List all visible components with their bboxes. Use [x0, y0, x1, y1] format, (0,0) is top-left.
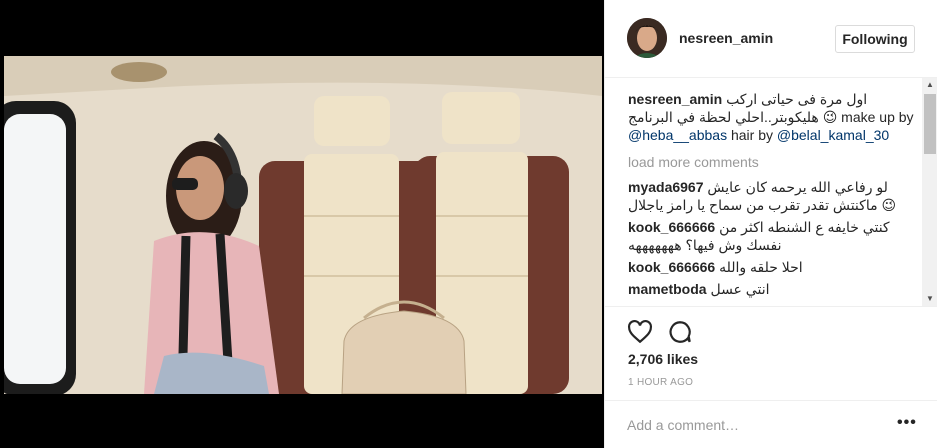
video-frame[interactable] — [4, 56, 602, 394]
heart-icon[interactable] — [627, 319, 653, 345]
post-actions: 2,706 likes 1 HOUR AGO — [605, 306, 937, 406]
avatar[interactable] — [627, 18, 667, 58]
mention-link[interactable]: @heba__abbas — [628, 127, 727, 143]
comments-scrollbar[interactable]: ▲ ▼ — [922, 78, 937, 306]
add-comment-section: ••• — [605, 400, 937, 448]
caption-username[interactable]: nesreen_amin — [628, 91, 722, 107]
comment-item: mametboda انتي عسل — [628, 280, 918, 298]
scroll-down-arrow-icon[interactable]: ▼ — [922, 292, 937, 306]
comments-list: nesreen_amin اول مرة فى حياتى اركب هليكو… — [605, 78, 923, 306]
mention-link-2[interactable]: @belal_kamal_30 — [777, 127, 889, 143]
scroll-up-arrow-icon[interactable]: ▲ — [922, 78, 937, 92]
more-options-icon[interactable]: ••• — [897, 414, 917, 432]
comment-text: احلا حلقه والله — [719, 259, 803, 275]
comment-username[interactable]: mametboda — [628, 281, 707, 297]
post-media — [0, 0, 604, 448]
helicopter-cabin-image — [4, 56, 602, 394]
comment-item: kook_666666 احلا حلقه والله — [628, 258, 918, 276]
following-button[interactable]: Following — [835, 25, 915, 53]
comment-username[interactable]: kook_666666 — [628, 219, 715, 235]
comment-text: انتي عسل — [710, 281, 770, 297]
caption-text-2: hair by — [730, 127, 773, 143]
likes-count[interactable]: 2,706 likes — [628, 351, 698, 367]
comment-username[interactable]: kook_666666 — [628, 259, 715, 275]
load-more-comments-link[interactable]: load more comments — [628, 154, 923, 170]
post-side-panel: nesreen_amin Following nesreen_amin اول … — [604, 0, 937, 448]
caption: nesreen_amin اول مرة فى حياتى اركب هليكو… — [628, 90, 918, 144]
post-timestamp[interactable]: 1 HOUR AGO — [628, 377, 693, 388]
add-comment-input[interactable] — [627, 413, 877, 437]
comment-item: kook_666666 كنتي خايفه ع الشنطه اكثر من … — [628, 218, 918, 254]
scroll-thumb[interactable] — [924, 94, 936, 154]
username-link[interactable]: nesreen_amin — [679, 30, 773, 46]
post-header: nesreen_amin Following — [605, 0, 937, 78]
comment-username[interactable]: myada6967 — [628, 179, 704, 195]
comment-icon[interactable] — [667, 319, 693, 345]
comment-item: myada6967 لو رفاعي الله يرحمه كان عايش م… — [628, 178, 918, 214]
avatar-image — [627, 18, 667, 58]
